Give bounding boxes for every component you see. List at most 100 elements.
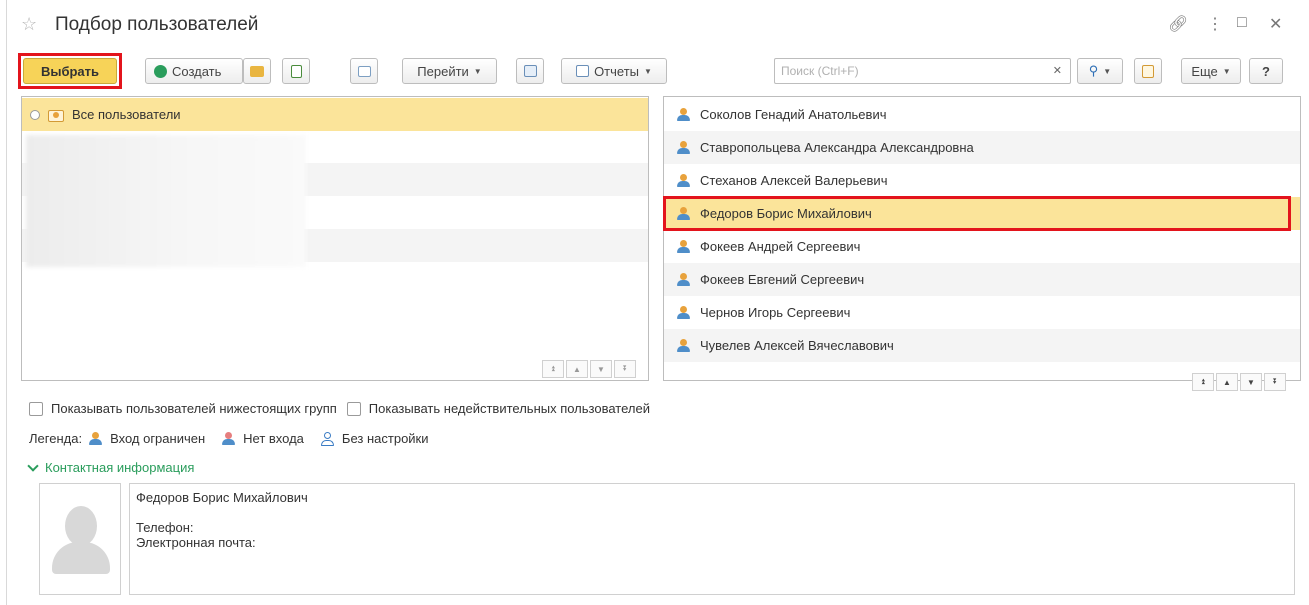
clear-search-icon[interactable]: ✕ [1053,64,1062,77]
avatar [39,483,121,595]
search-box: ✕ [774,58,1071,84]
legend-title: Легенда: [29,431,83,446]
search-icon: ⚲ [1088,63,1099,78]
toolbar: Выбрать Создать Перейти ▼ Отчеты ▼ Поиск… [7,53,1309,89]
reports-menu-button[interactable]: Отчеты ▼ [561,58,667,84]
nav-first-icon[interactable]: ⏫︎ [1192,373,1214,391]
folder-add-icon [250,65,264,77]
show-subgroups-checkbox[interactable] [29,401,43,416]
show-invalid-label[interactable]: Показывать недействительных пользователе… [369,401,650,416]
users-list: Соколов Генадий Анатольевич Ставропольце… [663,96,1301,391]
user-name: Фокеев Евгений Сергеевич [700,272,865,287]
nav-down-icon[interactable]: ▼ [590,360,612,378]
more-menu-button[interactable]: Еще ▼ [1181,58,1241,84]
user-name: Фокеев Андрей Сергеевич [700,239,861,254]
comment-button[interactable] [350,58,378,84]
user-restricted-icon [88,431,103,446]
dropdown-arrow-icon: ▼ [644,66,652,76]
create-button-label: Создать [172,63,222,79]
show-invalid-checkbox[interactable] [346,401,361,416]
list-item[interactable]: Стеханов Алексей Валерьевич [664,164,1300,197]
contact-name: Федоров Борис Михайлович [136,490,308,505]
user-icon [676,107,690,122]
blurred-groups [26,135,306,267]
title-bar: ☆ Подбор пользователей 🔗︎ ⋮ □ ✕ [7,0,1309,50]
options-row: Показывать пользователей нижестоящих гру… [29,401,660,416]
user-name: Соколов Генадий Анатольевич [700,107,887,122]
close-icon[interactable]: ✕ [1269,14,1282,34]
legend-restricted-label: Вход ограничен [110,431,206,446]
user-name: Чувелев Алексей Вячеславович [700,338,894,353]
list-item[interactable]: Фокеев Андрей Сергеевич [664,230,1300,263]
help-label: ? [1262,63,1270,79]
select-button[interactable]: Выбрать [23,58,117,84]
goto-label: Перейти [417,63,469,79]
link-icon[interactable]: 🔗︎ [1168,14,1188,34]
users-picker-window: ☆ Подбор пользователей 🔗︎ ⋮ □ ✕ Выбрать … [6,0,1309,605]
nav-down-icon[interactable]: ▼ [1240,373,1262,391]
plus-circle-icon [154,64,167,78]
list-item[interactable]: Соколов Генадий Анатольевич [664,98,1300,131]
list-item[interactable]: Ставропольцева Александра Александровна [664,131,1300,164]
legend-no-login: Нет входа [221,431,304,446]
group-users-icon [48,108,64,122]
comment-icon [357,65,371,77]
search-options-button[interactable]: ⚲ ▼ [1077,58,1123,84]
dropdown-arrow-icon: ▼ [1103,66,1112,76]
user-name: Чернов Игорь Сергеевич [700,305,851,320]
contact-email-label: Электронная почта: [136,535,256,550]
legend-no-setup-label: Без настройки [341,431,429,446]
history-button[interactable] [1134,58,1162,84]
reports-label: Отчеты [594,63,639,79]
import-button[interactable] [516,58,544,84]
goto-menu-button[interactable]: Перейти ▼ [402,58,497,84]
more-label: Еще [1191,63,1218,79]
nav-first-icon[interactable]: ⏫︎ [542,360,564,378]
tree-node-radio[interactable] [30,109,40,120]
contact-info-toggle[interactable]: Контактная информация [27,459,195,475]
nav-up-icon[interactable]: ▲ [1216,373,1238,391]
contact-phone-label: Телефон: [136,520,194,535]
nav-last-icon[interactable]: ⏬︎ [614,360,636,378]
legend: Легенда: Вход ограничен Нет входа Без на… [29,431,445,446]
nav-up-icon[interactable]: ▲ [566,360,588,378]
nav-last-icon[interactable]: ⏬︎ [1264,373,1286,391]
list-item[interactable]: Все пользователи [22,98,648,131]
window-title: Подбор пользователей [55,14,259,35]
dropdown-arrow-icon: ▼ [473,66,482,76]
user-icon [676,305,690,320]
user-icon [676,173,690,188]
report-icon [576,65,590,77]
contact-info-label: Контактная информация [45,460,195,475]
history-icon [1142,64,1154,78]
document-add-icon [290,64,302,78]
search-input[interactable] [775,59,1040,83]
list-item[interactable]: Чернов Игорь Сергеевич [664,296,1300,329]
import-icon [523,65,537,77]
favorite-star-icon[interactable]: ☆ [21,14,37,35]
user-icon [676,239,690,254]
legend-restricted: Вход ограничен [82,431,205,446]
list-item[interactable]: Фокеев Евгений Сергеевич [664,263,1300,296]
user-name: Федоров Борис Михайлович [700,206,872,221]
create-button[interactable]: Создать [145,58,243,84]
select-button-label: Выбрать [40,63,100,79]
help-button[interactable]: ? [1249,58,1283,84]
copy-button[interactable] [282,58,310,84]
contact-info-box: Федоров Борис Михайлович Телефон: Электр… [129,483,1295,595]
legend-no-login-label: Нет входа [243,431,304,446]
list-item[interactable]: Чувелев Алексей Вячеславович [664,329,1300,362]
groups-list: Все пользователи ⏫︎ ▲ ▼ ⏬︎ [21,96,649,381]
list-item[interactable]: Федоров Борис Михайлович [664,197,1300,230]
user-no-login-icon [221,431,236,446]
show-subgroups-label[interactable]: Показывать пользователей нижестоящих гру… [51,401,337,416]
more-vertical-icon[interactable]: ⋮ [1207,14,1223,34]
dropdown-arrow-icon: ▼ [1222,66,1231,76]
user-icon [676,140,690,155]
group-label: Все пользователи [72,107,181,122]
create-group-button[interactable] [243,58,271,84]
user-icon [676,206,690,221]
user-icon [676,338,690,353]
legend-no-setup: Без настройки [320,431,429,446]
maximize-icon[interactable]: □ [1237,14,1247,32]
